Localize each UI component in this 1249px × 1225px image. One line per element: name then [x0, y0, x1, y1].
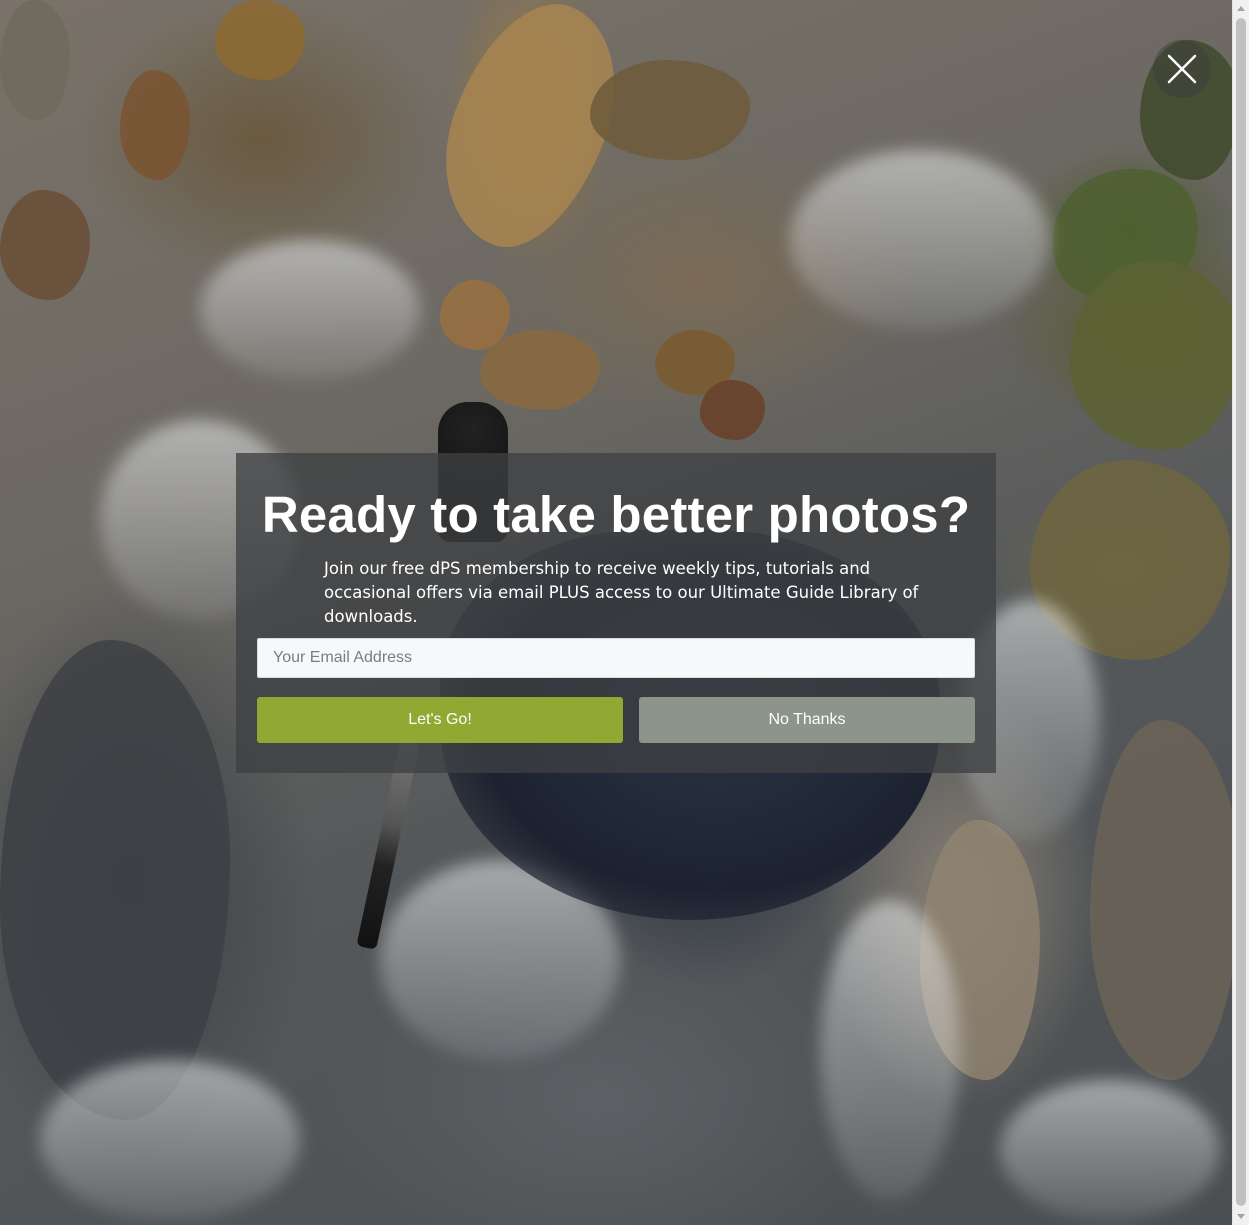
page: Ready to take better photos? Join our fr…	[0, 0, 1249, 1225]
scroll-down-arrow-icon[interactable]	[1237, 1214, 1245, 1219]
scroll-up-arrow-icon[interactable]	[1237, 6, 1245, 11]
water-streak	[1000, 1080, 1220, 1220]
rock	[0, 0, 70, 120]
modal-title: Ready to take better photos?	[261, 486, 971, 543]
rock	[0, 640, 230, 1120]
rock	[0, 190, 90, 300]
rock	[1070, 260, 1232, 450]
no-thanks-button[interactable]: No Thanks	[639, 697, 975, 743]
rock	[480, 330, 600, 410]
rock	[1090, 720, 1232, 1080]
email-input[interactable]	[257, 638, 975, 678]
scroll-thumb[interactable]	[1236, 18, 1246, 1206]
water-streak	[820, 900, 960, 1200]
signup-modal: Ready to take better photos? Join our fr…	[236, 453, 996, 773]
water-streak	[200, 240, 420, 380]
modal-description: Join our free dPS membership to receive …	[324, 559, 919, 626]
lets-go-button[interactable]: Let's Go!	[257, 697, 623, 743]
scrollbar[interactable]	[1232, 0, 1249, 1225]
rock	[215, 0, 305, 80]
water-streak	[790, 150, 1050, 330]
rock	[700, 380, 765, 440]
close-button[interactable]	[1153, 40, 1211, 98]
rock	[590, 60, 750, 160]
water-streak	[40, 1060, 300, 1220]
close-icon	[1167, 54, 1197, 84]
rock	[120, 70, 190, 180]
